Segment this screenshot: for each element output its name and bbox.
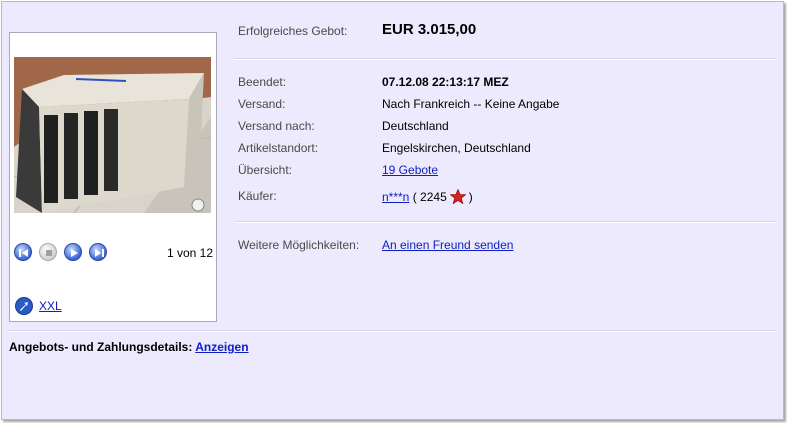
shipping-value: Nach Frankreich -- Keine Angabe [382, 97, 560, 111]
winning-bid-amount: EUR 3.015,00 [382, 21, 477, 38]
location-value: Engelskirchen, Deutschland [382, 141, 531, 155]
paren-open: ( [412, 190, 417, 204]
divider [234, 58, 776, 60]
show-details-link[interactable]: Anzeigen [195, 340, 248, 354]
paren-close: ) [468, 190, 473, 204]
shipping-label: Versand: [238, 97, 286, 111]
location-label: Artikelstandort: [238, 141, 319, 155]
ship-to-label: Versand nach: [238, 119, 315, 133]
skip-back-icon [19, 249, 28, 257]
buyer-name-link[interactable]: n***n [382, 190, 409, 204]
bid-history-link[interactable]: 19 Gebote [382, 163, 438, 177]
zoom-arrow-icon[interactable] [15, 297, 33, 315]
next-image-button[interactable] [89, 243, 107, 261]
more-options-label: Weitere Möglichkeiten: [238, 238, 360, 252]
auction-summary-panel: 1 von 12 XXL Erfolgreiches Gebot: EUR 3.… [1, 1, 784, 420]
ship-to-value: Deutschland [382, 119, 449, 133]
send-to-friend-link[interactable]: An einen Freund senden [382, 238, 513, 252]
star-icon[interactable] [449, 189, 466, 204]
ended-label: Beendet: [238, 75, 287, 89]
ended-value: 07.12.08 22:13:17 MEZ [382, 75, 509, 89]
previous-image-button[interactable] [14, 243, 32, 261]
buyer-rating-link[interactable]: 2245 [420, 190, 447, 204]
play-icon [71, 249, 78, 257]
play-slideshow-button[interactable] [64, 243, 82, 261]
buyer-info: n***n ( 2245) [382, 189, 473, 204]
price-label: Erfolgreiches Gebot: [238, 24, 348, 38]
skip-forward-icon [95, 249, 104, 257]
stop-icon [46, 250, 52, 256]
details-label: Angebots- und Zahlungsdetails: [9, 340, 193, 354]
image-counter: 1 von 12 [166, 246, 213, 260]
divider [7, 330, 776, 332]
offer-payment-details: Angebots- und Zahlungsdetails: Anzeigen [9, 340, 249, 354]
divider [234, 221, 776, 223]
buyer-label: Käufer: [238, 189, 277, 203]
item-photo[interactable] [14, 57, 211, 213]
stop-slideshow-button[interactable] [39, 243, 57, 261]
photo-gallery: 1 von 12 XXL [9, 32, 217, 322]
overview-label: Übersicht: [238, 163, 293, 177]
xxl-link[interactable]: XXL [39, 299, 62, 313]
